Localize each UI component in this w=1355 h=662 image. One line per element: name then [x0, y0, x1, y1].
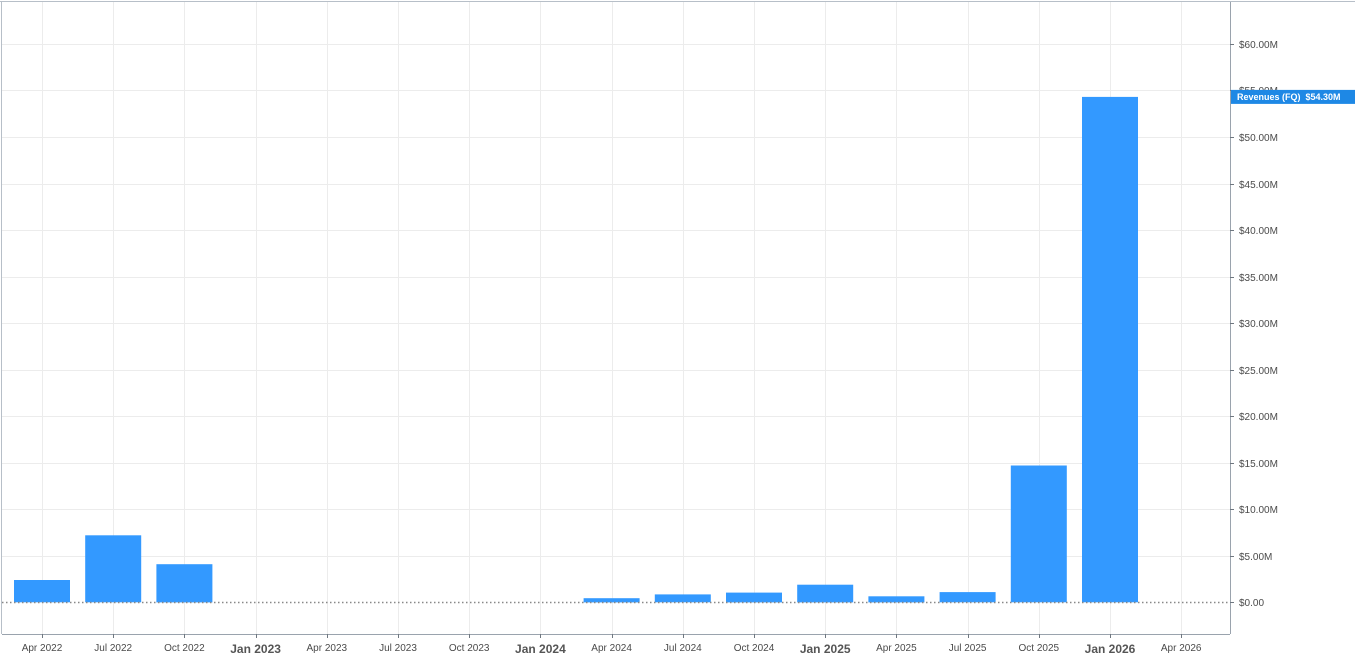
x-tick-label: Oct 2023: [449, 643, 490, 654]
x-tick-label: Jan 2025: [800, 642, 851, 656]
y-tick-label: $50.00M: [1239, 133, 1278, 144]
y-tick-label: $10.00M: [1239, 505, 1278, 516]
chart-svg: $0.00 $5.00M $10.00M $15.00M $20.00M $25.00M $…: [0, 1, 1355, 656]
x-tick-label: Oct 2025: [1019, 643, 1060, 654]
y-tick-label: $25.00M: [1239, 366, 1278, 377]
y-tick-label: $35.00M: [1239, 273, 1278, 284]
last-value-badge: Revenues (FQ) $54.30M: [1231, 89, 1355, 104]
y-tick-label: $30.00M: [1239, 319, 1278, 330]
x-tick-label: Jan 2024: [515, 642, 566, 656]
y-tick-label: $45.00M: [1239, 180, 1278, 191]
y-tick-label: $20.00M: [1239, 412, 1278, 423]
x-axis-ticks: Apr 2022 Jul 2022 Oct 2022 Jan 2023 Apr 2023…: [22, 634, 1202, 656]
x-tick-label: Oct 2022: [164, 643, 205, 654]
bar-jan-2026[interactable]: [1082, 96, 1138, 603]
x-tick-label: Jul 2022: [94, 643, 132, 654]
x-tick-label: Apr 2025: [876, 643, 917, 654]
bar-jul-2024[interactable]: [654, 594, 711, 603]
y-axis-ticks: $0.00 $5.00M $10.00M $15.00M $20.00M $25.00M $…: [1230, 40, 1278, 609]
bar-jan-2025[interactable]: [797, 584, 854, 603]
x-tick-label: Jan 2023: [230, 642, 281, 656]
x-tick-label: Apr 2024: [591, 643, 632, 654]
y-tick-label: $60.00M: [1239, 40, 1278, 51]
bar-oct-2022[interactable]: [156, 564, 213, 603]
x-tick-label: Apr 2026: [1161, 643, 1202, 654]
x-tick-label: Jul 2025: [949, 643, 987, 654]
x-tick-label: Jul 2024: [664, 643, 702, 654]
bar-oct-2025[interactable]: [1010, 465, 1067, 603]
x-tick-label: Apr 2022: [22, 643, 63, 654]
y-tick-label: $15.00M: [1239, 459, 1278, 470]
badge-label: Revenues (FQ) $54.30M: [1237, 92, 1341, 102]
x-tick-label: Apr 2023: [307, 643, 348, 654]
bar-apr-2022[interactable]: [14, 580, 70, 603]
y-tick-label: $40.00M: [1239, 226, 1278, 237]
x-tick-label: Jul 2023: [379, 643, 417, 654]
revenue-chart: $0.00 $5.00M $10.00M $15.00M $20.00M $25.00M $…: [0, 0, 1355, 662]
y-tick-label: $5.00M: [1239, 552, 1272, 563]
y-tick-label: $0.00: [1239, 598, 1264, 609]
x-tick-label: Oct 2024: [734, 643, 775, 654]
bar-jul-2025[interactable]: [939, 592, 996, 603]
bar-jul-2022[interactable]: [85, 535, 142, 603]
bar-apr-2025[interactable]: [868, 596, 925, 603]
x-tick-label: Jan 2026: [1085, 642, 1136, 656]
bar-apr-2024[interactable]: [583, 598, 640, 603]
bar-oct-2024[interactable]: [726, 592, 782, 603]
